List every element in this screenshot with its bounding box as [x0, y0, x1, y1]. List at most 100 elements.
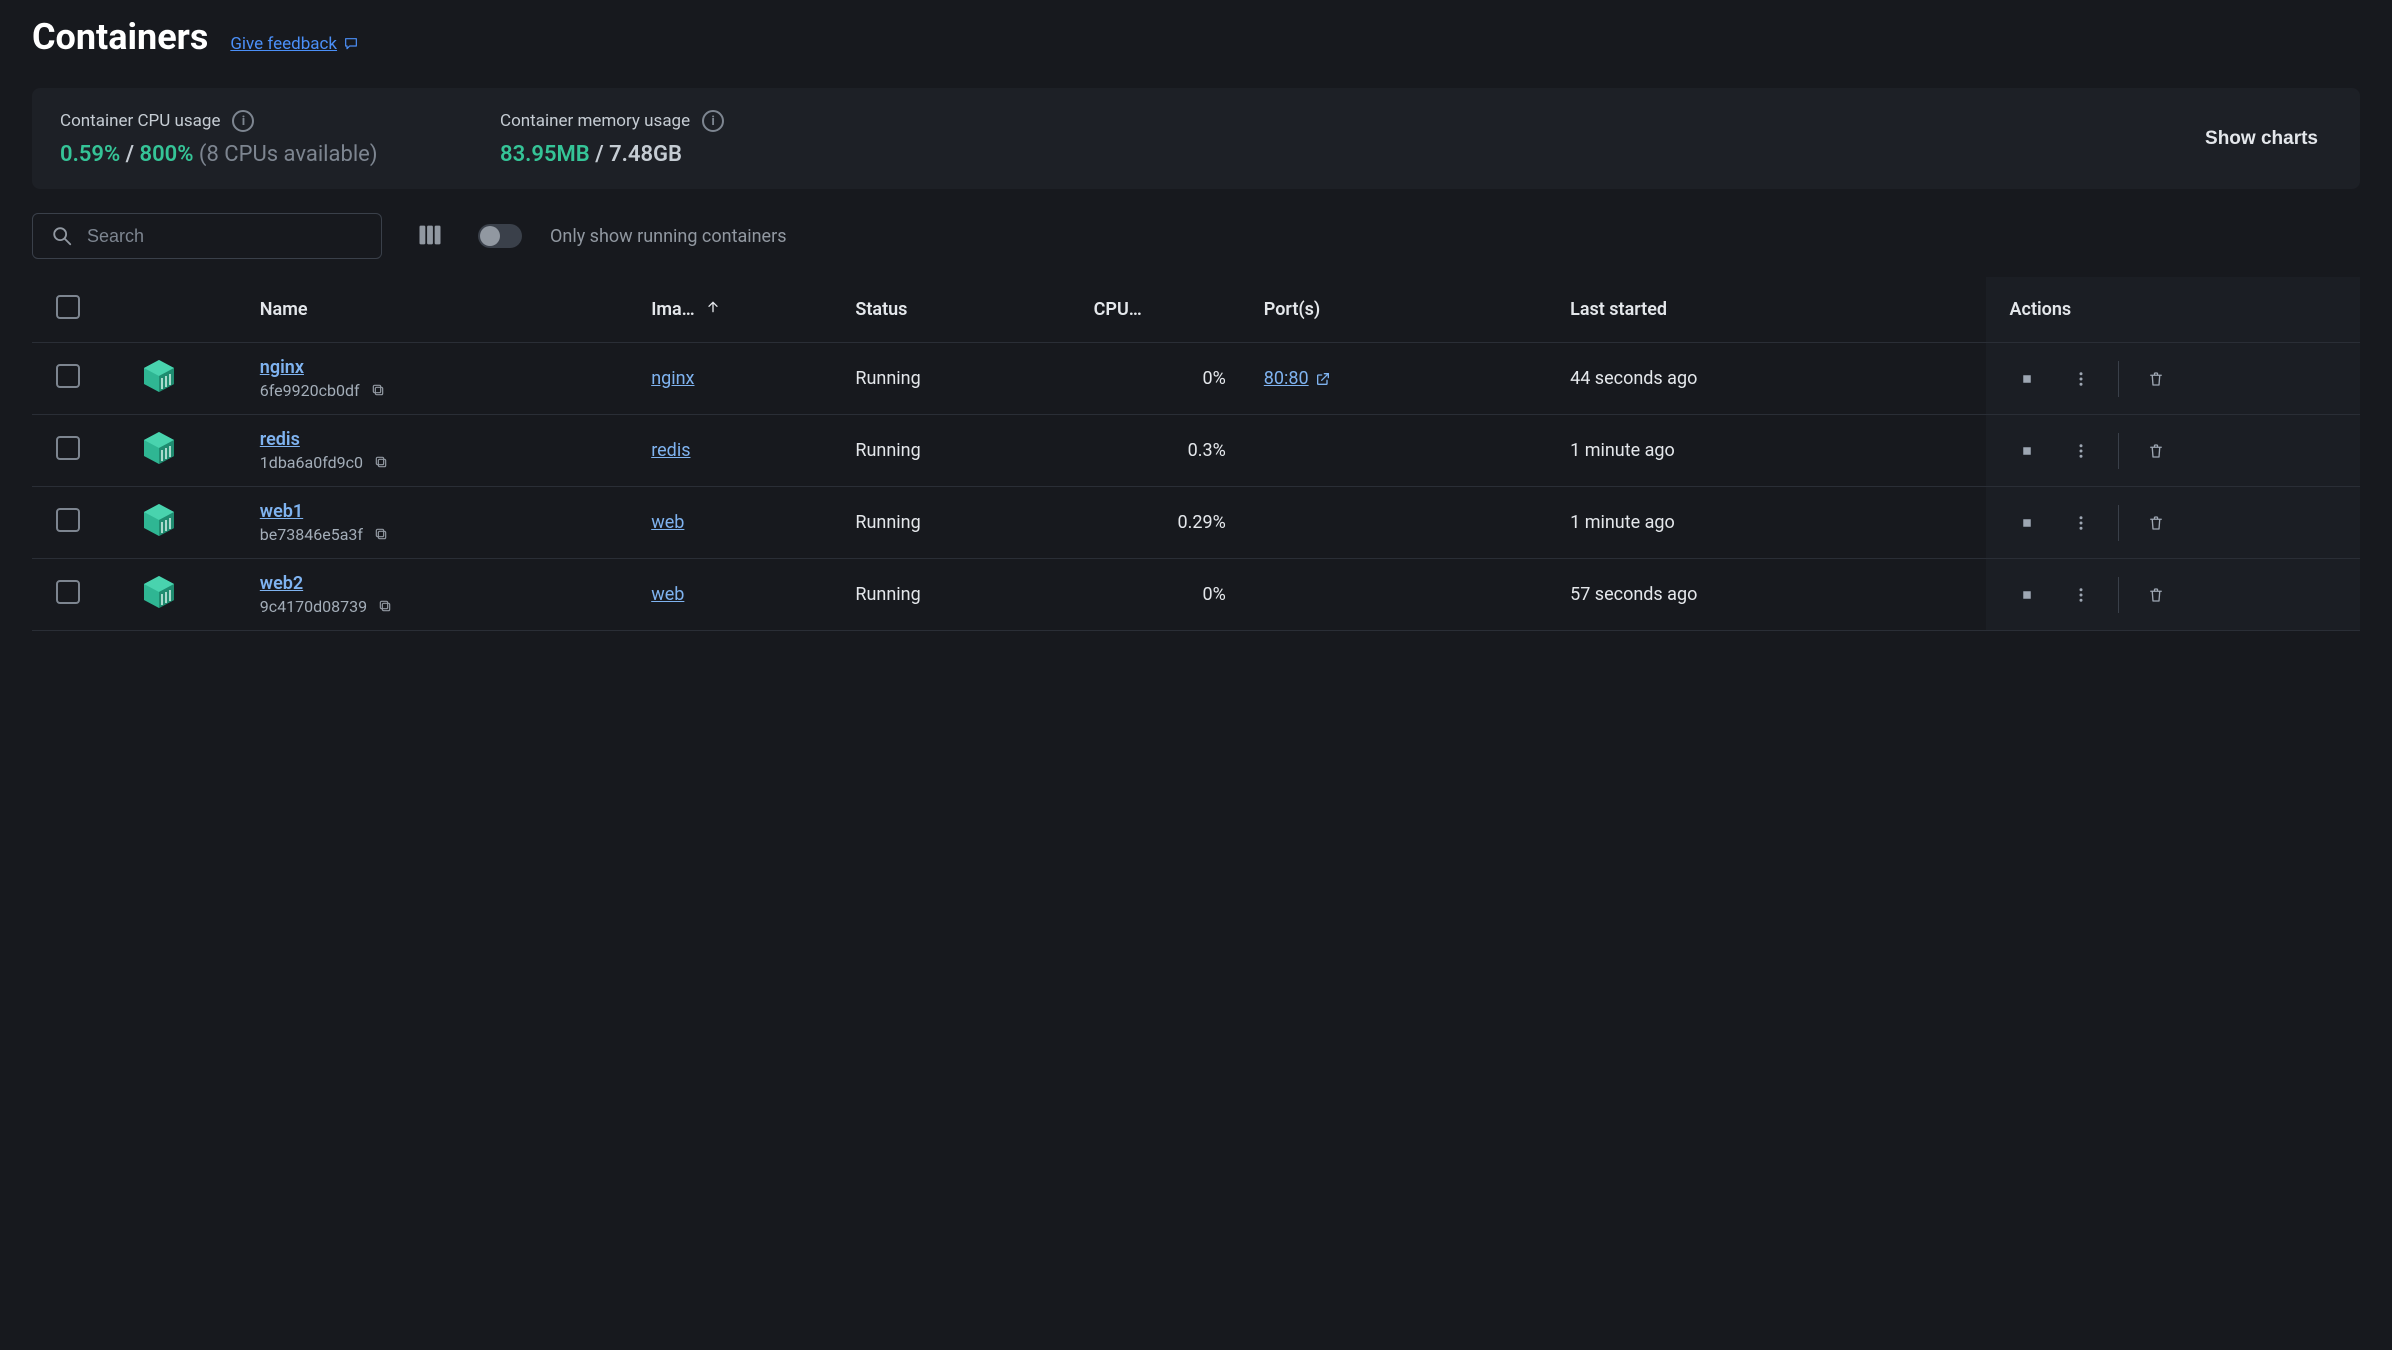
row-checkbox[interactable] — [56, 436, 80, 460]
last-started-cell: 1 minute ago — [1560, 415, 1985, 487]
stop-button[interactable] — [2010, 506, 2044, 540]
copy-icon — [370, 382, 386, 398]
page-title: Containers — [32, 16, 208, 58]
trash-icon — [2147, 514, 2165, 532]
running-only-label: Only show running containers — [550, 226, 787, 247]
status-cell: Running — [845, 343, 1083, 415]
copy-icon — [373, 526, 389, 542]
copy-id-button[interactable] — [375, 596, 395, 616]
delete-button[interactable] — [2139, 362, 2173, 396]
copy-id-button[interactable] — [371, 452, 391, 472]
stop-icon — [2018, 586, 2036, 604]
more-actions-button[interactable] — [2064, 434, 2098, 468]
column-header-ports[interactable]: Port(s) — [1254, 277, 1560, 343]
search-icon — [51, 225, 73, 247]
cpu-usage-value: 0.59% — [60, 142, 120, 167]
delete-button[interactable] — [2139, 506, 2173, 540]
row-checkbox[interactable] — [56, 508, 80, 532]
cpu-usage-total: 800% — [140, 142, 194, 167]
delete-button[interactable] — [2139, 434, 2173, 468]
select-all-checkbox[interactable] — [56, 295, 80, 319]
image-link[interactable]: web — [651, 512, 684, 533]
search-input[interactable] — [87, 226, 363, 247]
image-link[interactable]: nginx — [651, 368, 694, 389]
cpu-usage-block: Container CPU usage i 0.59% / 800% (8 CP… — [60, 110, 440, 167]
stop-button[interactable] — [2010, 578, 2044, 612]
image-link[interactable]: redis — [651, 440, 690, 461]
actions-divider — [2118, 505, 2119, 541]
memory-usage-value: 83.95MB — [500, 142, 590, 167]
column-header-name[interactable]: Name — [250, 277, 641, 343]
memory-usage-label: Container memory usage — [500, 111, 690, 131]
table-row: web2 9c4170d08739 web Running 0% 57 seco… — [32, 559, 2360, 631]
container-icon — [141, 502, 177, 538]
external-link-icon — [1315, 371, 1331, 387]
trash-icon — [2147, 586, 2165, 604]
cpu-cell: 0% — [1084, 343, 1254, 415]
port-text: 80:80 — [1264, 368, 1309, 389]
last-started-cell: 1 minute ago — [1560, 487, 1985, 559]
feedback-icon — [343, 36, 359, 52]
kebab-icon — [2072, 586, 2090, 604]
container-name-link[interactable]: web1 — [260, 501, 631, 522]
more-actions-button[interactable] — [2064, 362, 2098, 396]
table-row: redis 1dba6a0fd9c0 redis Running 0.3% 1 … — [32, 415, 2360, 487]
status-cell: Running — [845, 559, 1083, 631]
actions-divider — [2118, 577, 2119, 613]
trash-icon — [2147, 442, 2165, 460]
info-icon[interactable]: i — [702, 110, 724, 132]
actions-divider — [2118, 433, 2119, 469]
status-cell: Running — [845, 415, 1083, 487]
container-id: 1dba6a0fd9c0 — [260, 453, 363, 472]
port-link[interactable]: 80:80 — [1264, 368, 1331, 389]
cpu-cell: 0.29% — [1084, 487, 1254, 559]
stop-button[interactable] — [2010, 434, 2044, 468]
columns-icon — [416, 221, 444, 249]
toggle-knob — [480, 226, 500, 246]
search-box[interactable] — [32, 213, 382, 259]
container-id: be73846e5a3f — [260, 525, 363, 544]
row-checkbox[interactable] — [56, 364, 80, 388]
container-id: 9c4170d08739 — [260, 597, 367, 616]
delete-button[interactable] — [2139, 578, 2173, 612]
kebab-icon — [2072, 514, 2090, 532]
stop-icon — [2018, 370, 2036, 388]
usage-panel: Container CPU usage i 0.59% / 800% (8 CP… — [32, 88, 2360, 189]
stop-icon — [2018, 442, 2036, 460]
more-actions-button[interactable] — [2064, 506, 2098, 540]
column-header-status[interactable]: Status — [845, 277, 1083, 343]
memory-usage-total: 7.48GB — [609, 142, 682, 167]
cpu-usage-label: Container CPU usage — [60, 111, 220, 131]
show-charts-button[interactable]: Show charts — [2191, 120, 2332, 158]
container-icon — [141, 358, 177, 394]
container-name-link[interactable]: web2 — [260, 573, 631, 594]
copy-id-button[interactable] — [371, 524, 391, 544]
more-actions-button[interactable] — [2064, 578, 2098, 612]
info-icon[interactable]: i — [232, 110, 254, 132]
memory-usage-sep: / — [590, 142, 609, 167]
sort-arrow-up-icon — [705, 299, 721, 315]
image-link[interactable]: web — [651, 584, 684, 605]
container-id: 6fe9920cb0df — [260, 381, 360, 400]
copy-icon — [373, 454, 389, 470]
give-feedback-label: Give feedback — [230, 34, 337, 54]
table-row: web1 be73846e5a3f web Running 0.29% 1 mi… — [32, 487, 2360, 559]
stop-icon — [2018, 514, 2036, 532]
column-header-last-started[interactable]: Last started — [1560, 277, 1985, 343]
running-only-toggle[interactable] — [478, 224, 522, 248]
trash-icon — [2147, 370, 2165, 388]
give-feedback-link[interactable]: Give feedback — [230, 34, 359, 54]
last-started-cell: 57 seconds ago — [1560, 559, 1985, 631]
columns-button[interactable] — [410, 215, 450, 258]
column-header-cpu[interactable]: CPU… — [1084, 277, 1254, 343]
column-header-image[interactable]: Ima… — [641, 277, 845, 343]
container-name-link[interactable]: nginx — [260, 357, 631, 378]
kebab-icon — [2072, 442, 2090, 460]
stop-button[interactable] — [2010, 362, 2044, 396]
row-checkbox[interactable] — [56, 580, 80, 604]
cpu-usage-sub: (8 CPUs available) — [199, 142, 378, 167]
copy-id-button[interactable] — [368, 380, 388, 400]
container-name-link[interactable]: redis — [260, 429, 631, 450]
column-header-actions: Actions — [1986, 277, 2360, 343]
containers-table: Name Ima… Status CPU… Port(s) Last start… — [32, 277, 2360, 631]
